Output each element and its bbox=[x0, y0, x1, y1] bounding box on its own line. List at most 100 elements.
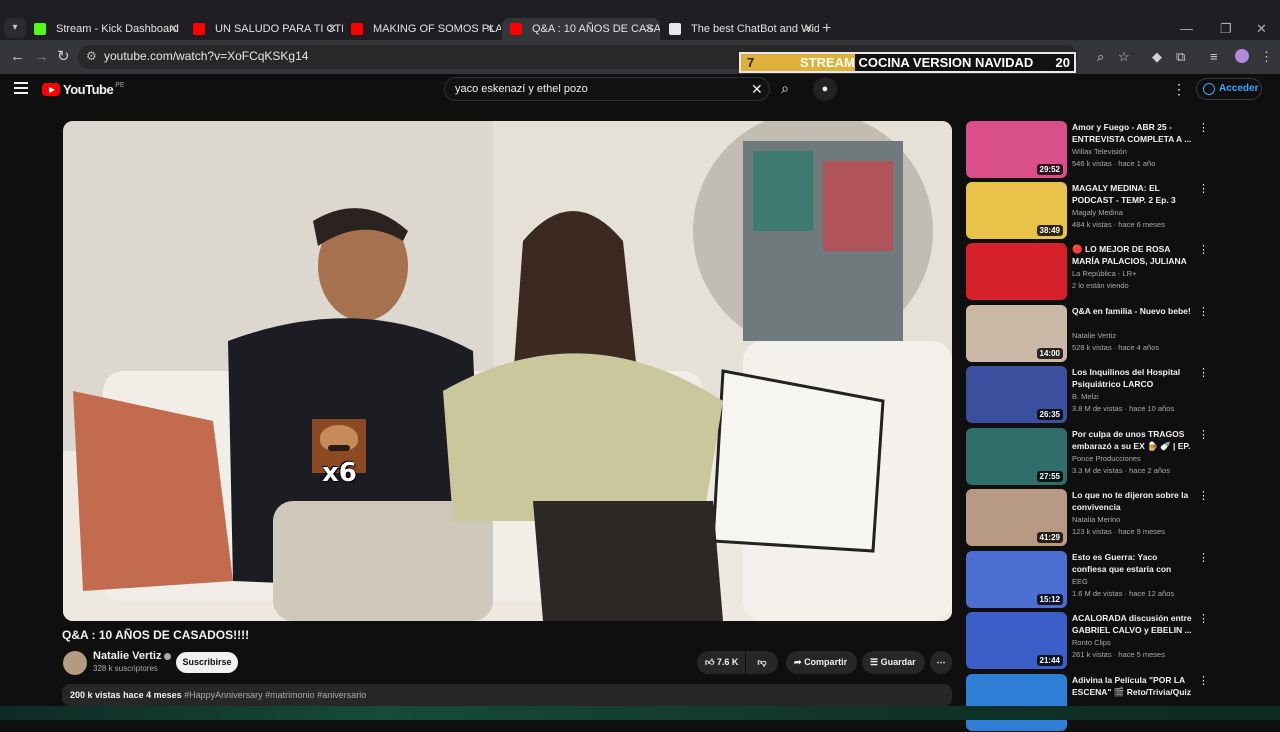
recommended-title[interactable]: Los Inquilinos del Hospital Psiquiátrico… bbox=[1072, 366, 1192, 390]
recommended-video[interactable]: Adivina la Película "POR LA ESCENA" 🎬 Re… bbox=[966, 674, 1216, 732]
more-options-icon[interactable]: ⋮ bbox=[1198, 366, 1209, 379]
video-thumbnail[interactable]: 21:44 bbox=[966, 612, 1067, 669]
recommended-title[interactable]: Amor y Fuego - ABR 25 - ENTREVISTA COMPL… bbox=[1072, 121, 1192, 145]
back-icon[interactable]: ← bbox=[10, 48, 25, 66]
recommended-channel[interactable]: Ponce Producciones bbox=[1072, 454, 1141, 463]
recommended-channel[interactable]: Natalia Merino bbox=[1072, 515, 1120, 524]
recommended-title[interactable]: Q&A en familia - Nuevo bebe! bbox=[1072, 305, 1192, 317]
recommended-title[interactable]: Adivina la Película "POR LA ESCENA" 🎬 Re… bbox=[1072, 674, 1192, 698]
browser-tab[interactable]: MAKING OF SOMOS PLAYA NA✕ bbox=[343, 18, 501, 40]
more-options-icon[interactable]: ⋮ bbox=[1198, 121, 1209, 134]
browser-menu-icon[interactable]: ⋮ bbox=[1260, 49, 1273, 65]
more-options-icon[interactable]: ⋮ bbox=[1198, 305, 1209, 318]
video-player[interactable] bbox=[63, 121, 952, 621]
recommended-channel[interactable]: Natalie Vertiz bbox=[1072, 331, 1116, 340]
description-box[interactable]: 200 k vistas hace 4 meses #HappyAnnivers… bbox=[62, 684, 952, 706]
browser-tab[interactable]: Stream - Kick Dashboard ✕ bbox=[26, 18, 184, 40]
video-thumbnail[interactable]: 14:00 bbox=[966, 305, 1067, 362]
recommended-title[interactable]: 🔴 LO MEJOR DE ROSA MARÍA PALACIOS, JULIA… bbox=[1072, 243, 1192, 267]
recommended-video[interactable]: 14:00 Q&A en familia - Nuevo bebe! Natalie… bbox=[966, 305, 1216, 363]
tab-favicon-icon bbox=[669, 23, 681, 35]
recommended-video[interactable]: 🔴 LO MEJOR DE ROSA MARÍA PALACIOS, JULIA… bbox=[966, 243, 1216, 301]
recommended-title[interactable]: ACALORADA discusión entre GABRIEL CALVO … bbox=[1072, 612, 1192, 636]
profile-avatar[interactable] bbox=[1235, 49, 1249, 63]
hashtags[interactable]: #HappyAnniversary #matrimonio #aniversar… bbox=[184, 690, 366, 700]
puzzle-icon[interactable]: ⧉ bbox=[1176, 49, 1185, 65]
video-thumbnail[interactable]: 29:52 bbox=[966, 121, 1067, 178]
search-button[interactable]: ⌕ bbox=[771, 77, 799, 101]
new-tab-button[interactable]: + bbox=[822, 18, 831, 40]
recommended-channel[interactable]: Magaly Medina bbox=[1072, 208, 1123, 217]
extension-icon[interactable]: ◆ bbox=[1152, 49, 1162, 65]
guide-menu-icon[interactable] bbox=[14, 82, 28, 94]
media-icon[interactable]: ≡ bbox=[1210, 49, 1218, 64]
tab-close-icon[interactable]: ✕ bbox=[804, 18, 813, 40]
like-button[interactable]: 👍︎ 7.6 K bbox=[697, 651, 745, 674]
recommended-channel[interactable]: B. Melzi bbox=[1072, 392, 1099, 401]
recommended-title[interactable]: Por culpa de unos TRAGOS embarazó a su E… bbox=[1072, 428, 1192, 452]
video-thumbnail[interactable]: 15:12 bbox=[966, 551, 1067, 608]
recommended-video[interactable]: 21:44 ACALORADA discusión entre GABRIEL C… bbox=[966, 612, 1216, 670]
tab-close-icon[interactable]: ✕ bbox=[328, 18, 337, 40]
browser-tab[interactable]: The best ChatBot and Widgets✕ bbox=[661, 18, 819, 40]
subscribe-button[interactable]: Suscribirse bbox=[176, 652, 238, 673]
forward-icon[interactable]: → bbox=[34, 48, 49, 66]
maximize-icon[interactable]: ❐ bbox=[1220, 18, 1232, 40]
tab-close-icon[interactable]: ✕ bbox=[169, 18, 178, 40]
more-actions-button[interactable]: ⋯ bbox=[930, 651, 952, 674]
recommended-video[interactable]: 15:12 Esto es Guerra: Yaco confiesa que e… bbox=[966, 551, 1216, 609]
like-count: 7.6 K bbox=[716, 657, 739, 667]
recommended-video[interactable]: 41:29 Lo que no te dijeron sobre la convi… bbox=[966, 489, 1216, 547]
more-options-icon[interactable]: ⋮ bbox=[1198, 489, 1209, 502]
recommended-title[interactable]: MAGALY MEDINA: EL PODCAST - TEMP. 2 Ep. … bbox=[1072, 182, 1192, 206]
more-options-icon[interactable]: ⋮ bbox=[1198, 182, 1209, 195]
tab-search-button[interactable]: ▾ bbox=[4, 18, 26, 38]
recommended-title[interactable]: Lo que no te dijeron sobre la convivenci… bbox=[1072, 489, 1192, 513]
more-options-icon[interactable]: ⋮ bbox=[1198, 612, 1209, 625]
bookmark-star-icon[interactable]: ☆ bbox=[1118, 49, 1130, 65]
video-thumbnail[interactable]: 41:29 bbox=[966, 489, 1067, 546]
recommended-channel[interactable]: EEG bbox=[1072, 577, 1088, 586]
video-duration: 14:00 bbox=[1036, 348, 1063, 359]
dislike-button[interactable]: 👎︎ bbox=[746, 651, 778, 674]
youtube-logo[interactable]: YouTube PE bbox=[42, 82, 125, 97]
more-options-icon[interactable]: ⋮ bbox=[1198, 551, 1209, 564]
more-options-icon[interactable]: ⋮ bbox=[1198, 428, 1209, 441]
more-options-icon[interactable]: ⋮ bbox=[1198, 674, 1209, 687]
recommended-video[interactable]: 26:35 Los Inquilinos del Hospital Psiquiá… bbox=[966, 366, 1216, 424]
channel-avatar[interactable] bbox=[63, 651, 87, 675]
recommended-title[interactable]: Esto es Guerra: Yaco confiesa que estarí… bbox=[1072, 551, 1192, 575]
search-input[interactable]: yaco eskenazí y ethel pozo ✕ bbox=[444, 77, 770, 101]
recommended-channel[interactable]: Ronto Clips bbox=[1072, 638, 1111, 647]
channel-name[interactable]: Natalie Vertiz bbox=[93, 650, 172, 662]
video-thumbnail[interactable]: 26:35 bbox=[966, 366, 1067, 423]
browser-tab[interactable]: Q&A : 10 AÑOS DE CASADOS!!✕ bbox=[502, 18, 660, 40]
close-window-icon[interactable]: ✕ bbox=[1256, 18, 1267, 40]
save-button[interactable]: ☰ Guardar bbox=[862, 651, 925, 674]
browser-tab[interactable]: UN SALUDO PARA TI CTMRE - Y✕ bbox=[185, 18, 343, 40]
recommended-channel[interactable]: La República - LR+ bbox=[1072, 269, 1136, 278]
video-thumbnail[interactable]: 38:49 bbox=[966, 182, 1067, 239]
recommended-video[interactable]: 38:49 MAGALY MEDINA: EL PODCAST - TEMP. 2… bbox=[966, 182, 1216, 240]
settings-menu-icon[interactable]: ⋮ bbox=[1172, 81, 1186, 98]
tab-close-icon[interactable]: ✕ bbox=[645, 18, 654, 40]
more-options-icon[interactable]: ⋮ bbox=[1198, 243, 1209, 256]
video-frame bbox=[63, 121, 952, 621]
voice-search-button[interactable]: ● bbox=[813, 77, 837, 101]
reload-icon[interactable]: ↻ bbox=[57, 48, 70, 66]
minimize-icon[interactable]: — bbox=[1180, 18, 1193, 40]
clear-search-icon[interactable]: ✕ bbox=[751, 81, 763, 98]
zoom-icon[interactable]: ⌕ bbox=[1097, 49, 1104, 65]
share-button[interactable]: ➦ Compartir bbox=[786, 651, 857, 674]
recommended-video[interactable]: 29:52 Amor y Fuego - ABR 25 - ENTREVISTA … bbox=[966, 121, 1216, 179]
recommended-channel[interactable]: Willax Televisión bbox=[1072, 147, 1127, 156]
tab-close-icon[interactable]: ✕ bbox=[486, 18, 495, 40]
youtube-logo-text: YouTube bbox=[63, 82, 114, 97]
video-thumbnail[interactable] bbox=[966, 674, 1067, 731]
video-thumbnail[interactable] bbox=[966, 243, 1067, 300]
site-info-icon[interactable]: ⚙ bbox=[86, 49, 97, 63]
recommended-stats: 3.3 M de vistas · hace 2 años bbox=[1072, 466, 1170, 475]
video-thumbnail[interactable]: 27:55 bbox=[966, 428, 1067, 485]
recommended-video[interactable]: 27:55 Por culpa de unos TRAGOS embarazó a… bbox=[966, 428, 1216, 486]
signin-button[interactable]: Acceder bbox=[1196, 78, 1262, 100]
